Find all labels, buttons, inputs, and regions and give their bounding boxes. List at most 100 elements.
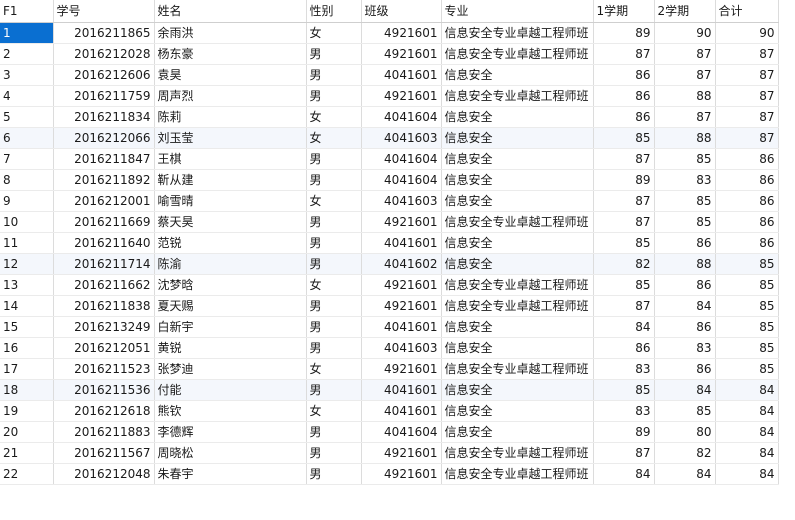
cell-major[interactable]: 信息安全 <box>441 316 594 338</box>
cell-total[interactable]: 84 <box>715 400 779 422</box>
table-row[interactable]: 12 2016211714 陈渝男 4041602 信息安全 82 88 85 <box>0 253 779 275</box>
cell-class[interactable]: 4921601 <box>361 43 442 65</box>
cell-class[interactable]: 4921601 <box>361 358 442 380</box>
cell-term2[interactable]: 88 <box>654 253 716 275</box>
cell-f1[interactable]: 16 <box>0 337 54 359</box>
cell-class[interactable]: 4041603 <box>361 337 442 359</box>
cell-f1[interactable]: 12 <box>0 253 54 275</box>
cell-term2[interactable]: 80 <box>654 421 716 443</box>
column-header-term1[interactable]: 1学期 <box>593 0 655 23</box>
cell-major[interactable]: 信息安全专业卓越工程师班 <box>441 43 594 65</box>
cell-name[interactable]: 陈渝 <box>154 253 307 275</box>
cell-major[interactable]: 信息安全 <box>441 64 594 86</box>
column-header-gender[interactable]: 性别 <box>306 0 362 23</box>
cell-student-id[interactable]: 2016211759 <box>53 85 155 107</box>
cell-student-id[interactable]: 2016211892 <box>53 169 155 191</box>
cell-total[interactable]: 87 <box>715 106 779 128</box>
cell-term2[interactable]: 86 <box>654 316 716 338</box>
cell-name[interactable]: 刘玉莹 <box>154 127 307 149</box>
cell-gender[interactable]: 男 <box>306 211 362 233</box>
cell-student-id[interactable]: 2016212028 <box>53 43 155 65</box>
table-row[interactable]: 14 2016211838 夏天赐男 4921601 信息安全专业卓越工程师班 87 84 8… <box>0 295 779 317</box>
column-header-student-id[interactable]: 学号 <box>53 0 155 23</box>
cell-name[interactable]: 沈梦晗 <box>154 274 307 296</box>
table-row[interactable]: 7 2016211847 王棋男 4041604 信息安全 87 85 86 <box>0 148 779 170</box>
table-row[interactable]: 16 2016212051 黄锐男 4041603 信息安全 86 83 85 <box>0 337 779 359</box>
cell-term2[interactable]: 85 <box>654 400 716 422</box>
cell-student-id[interactable]: 2016211662 <box>53 274 155 296</box>
cell-total[interactable]: 84 <box>715 421 779 443</box>
cell-name[interactable]: 白新宇 <box>154 316 307 338</box>
cell-term1[interactable]: 89 <box>593 22 655 44</box>
cell-student-id[interactable]: 2016211838 <box>53 295 155 317</box>
cell-term1[interactable]: 85 <box>593 127 655 149</box>
cell-term1[interactable]: 87 <box>593 211 655 233</box>
cell-f1[interactable]: 21 <box>0 442 54 464</box>
cell-class[interactable]: 4041604 <box>361 169 442 191</box>
cell-class[interactable]: 4041601 <box>361 379 442 401</box>
table-row[interactable]: 10 2016211669 蔡天昊男 4921601 信息安全专业卓越工程师班 87 85 8… <box>0 211 779 233</box>
cell-term2[interactable]: 88 <box>654 127 716 149</box>
cell-term1[interactable]: 85 <box>593 232 655 254</box>
cell-f1[interactable]: 1 <box>0 22 54 44</box>
cell-total[interactable]: 85 <box>715 274 779 296</box>
cell-term2[interactable]: 87 <box>654 43 716 65</box>
cell-total[interactable]: 86 <box>715 169 779 191</box>
cell-f1[interactable]: 4 <box>0 85 54 107</box>
cell-major[interactable]: 信息安全专业卓越工程师班 <box>441 442 594 464</box>
cell-total[interactable]: 90 <box>715 22 779 44</box>
cell-gender[interactable]: 男 <box>306 442 362 464</box>
cell-major[interactable]: 信息安全 <box>441 148 594 170</box>
cell-total[interactable]: 87 <box>715 85 779 107</box>
cell-student-id[interactable]: 2016212606 <box>53 64 155 86</box>
column-header-f1[interactable]: F1 <box>0 0 54 23</box>
cell-name[interactable]: 范锐 <box>154 232 307 254</box>
cell-name[interactable]: 杨东豪 <box>154 43 307 65</box>
cell-f1[interactable]: 11 <box>0 232 54 254</box>
cell-gender[interactable]: 女 <box>306 358 362 380</box>
cell-total[interactable]: 87 <box>715 43 779 65</box>
cell-total[interactable]: 87 <box>715 64 779 86</box>
cell-class[interactable]: 4921601 <box>361 22 442 44</box>
cell-term2[interactable]: 85 <box>654 190 716 212</box>
cell-term1[interactable]: 85 <box>593 274 655 296</box>
cell-major[interactable]: 信息安全 <box>441 127 594 149</box>
cell-student-id[interactable]: 2016212066 <box>53 127 155 149</box>
column-header-term2[interactable]: 2学期 <box>654 0 716 23</box>
cell-student-id[interactable]: 2016211714 <box>53 253 155 275</box>
cell-f1[interactable]: 3 <box>0 64 54 86</box>
cell-name[interactable]: 周声烈 <box>154 85 307 107</box>
cell-class[interactable]: 4041602 <box>361 253 442 275</box>
cell-student-id[interactable]: 2016211847 <box>53 148 155 170</box>
cell-f1[interactable]: 17 <box>0 358 54 380</box>
cell-class[interactable]: 4041603 <box>361 127 442 149</box>
cell-term1[interactable]: 86 <box>593 337 655 359</box>
cell-f1[interactable]: 22 <box>0 463 54 485</box>
cell-total[interactable]: 85 <box>715 253 779 275</box>
cell-f1[interactable]: 5 <box>0 106 54 128</box>
cell-class[interactable]: 4921601 <box>361 295 442 317</box>
cell-student-id[interactable]: 2016211669 <box>53 211 155 233</box>
cell-class[interactable]: 4921601 <box>361 463 442 485</box>
cell-gender[interactable]: 男 <box>306 379 362 401</box>
cell-term1[interactable]: 87 <box>593 148 655 170</box>
cell-name[interactable]: 朱春宇 <box>154 463 307 485</box>
cell-term2[interactable]: 87 <box>654 106 716 128</box>
table-row[interactable]: 11 2016211640 范锐男 4041601 信息安全 85 86 86 <box>0 232 779 254</box>
table-row[interactable]: 17 2016211523 张梦迪女 4921601 信息安全专业卓越工程师班 83 86 8… <box>0 358 779 380</box>
cell-gender[interactable]: 男 <box>306 316 362 338</box>
cell-major[interactable]: 信息安全专业卓越工程师班 <box>441 85 594 107</box>
table-row[interactable]: 8 2016211892 靳从建男 4041604 信息安全 89 83 86 <box>0 169 779 191</box>
cell-name[interactable]: 靳从建 <box>154 169 307 191</box>
table-row[interactable]: 5 2016211834 陈莉女 4041604 信息安全 86 87 87 <box>0 106 779 128</box>
column-header-total[interactable]: 合计 <box>715 0 779 23</box>
cell-name[interactable]: 李德辉 <box>154 421 307 443</box>
cell-student-id[interactable]: 2016212051 <box>53 337 155 359</box>
cell-major[interactable]: 信息安全 <box>441 421 594 443</box>
cell-total[interactable]: 85 <box>715 337 779 359</box>
cell-name[interactable]: 张梦迪 <box>154 358 307 380</box>
cell-term2[interactable]: 86 <box>654 274 716 296</box>
table-row[interactable]: 1 2016211865 余雨洪女 4921601 信息安全专业卓越工程师班 89 90 90 <box>0 22 779 44</box>
cell-term2[interactable]: 84 <box>654 463 716 485</box>
cell-major[interactable]: 信息安全专业卓越工程师班 <box>441 274 594 296</box>
